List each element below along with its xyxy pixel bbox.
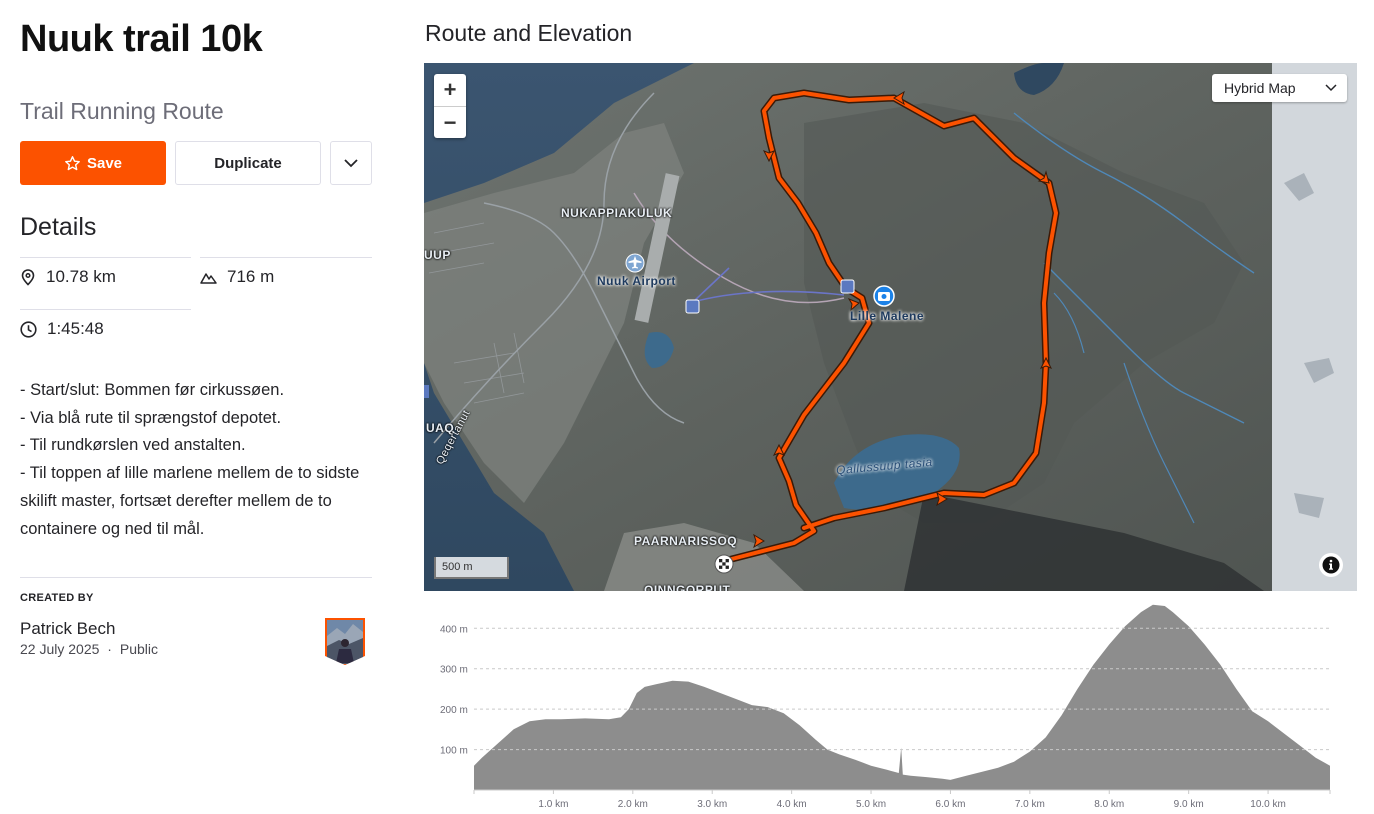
map-label: UUP bbox=[424, 248, 451, 262]
description-line: - Til rundkørslen ved anstalten. bbox=[20, 436, 246, 455]
details-heading: Details bbox=[20, 213, 97, 241]
y-tick-label: 300 m bbox=[440, 665, 468, 676]
x-tick-label: 6.0 km bbox=[935, 799, 965, 810]
x-tick-label: 1.0 km bbox=[538, 799, 568, 810]
route-title: Nuuk trail 10k bbox=[20, 18, 263, 60]
save-button[interactable]: Save bbox=[20, 141, 166, 185]
map-imagery bbox=[424, 63, 1357, 591]
description-line: - Start/slut: Bommen før cirkussøen. bbox=[20, 381, 285, 399]
avatar[interactable] bbox=[322, 616, 368, 666]
x-tick-label: 2.0 km bbox=[618, 799, 648, 810]
map-label: QINNGORPUT bbox=[644, 583, 731, 591]
map-label: Nuuk Airport bbox=[597, 274, 676, 288]
y-tick-label: 200 m bbox=[440, 705, 468, 716]
map-pin-icon bbox=[21, 269, 35, 286]
duplicate-button-label: Duplicate bbox=[214, 154, 282, 172]
x-tick-label: 7.0 km bbox=[1015, 799, 1045, 810]
zoom-controls: + − bbox=[434, 74, 466, 138]
stat-time: 1:45:48 bbox=[20, 319, 104, 339]
map-type-label: Hybrid Map bbox=[1224, 80, 1296, 96]
map-type-select[interactable]: Hybrid Map bbox=[1212, 74, 1347, 102]
route-description: - Start/slut: Bommen før cirkussøen. - V… bbox=[20, 377, 372, 543]
stat-elevation: 716 m bbox=[200, 267, 274, 287]
star-icon bbox=[65, 155, 80, 170]
info-icon[interactable] bbox=[1319, 553, 1343, 577]
map-label: Lille Malene bbox=[850, 309, 925, 323]
map-label: NUKAPPIAKULUK bbox=[561, 206, 673, 220]
description-line: - Via blå rute til sprængstof depotet. bbox=[20, 408, 282, 427]
created-by-label: CREATED BY bbox=[20, 592, 94, 604]
distance-value: 10.78 km bbox=[46, 267, 116, 286]
map-scale: 500 m bbox=[434, 557, 509, 579]
duplicate-button[interactable]: Duplicate bbox=[175, 141, 321, 185]
y-tick-label: 400 m bbox=[440, 624, 468, 635]
stat-distance: 10.78 km bbox=[20, 267, 116, 287]
elevation-value: 716 m bbox=[227, 267, 275, 286]
start-finish-marker bbox=[714, 554, 734, 574]
route-map[interactable]: NUKAPPIAKULUK Nuuk Airport Lille Malene … bbox=[424, 63, 1357, 591]
divider bbox=[20, 577, 372, 578]
x-tick-label: 10.0 km bbox=[1250, 799, 1286, 810]
mountain-icon bbox=[200, 273, 217, 284]
meta-separator: · bbox=[107, 641, 112, 657]
time-value: 1:45:48 bbox=[47, 319, 104, 338]
x-tick-label: 9.0 km bbox=[1174, 799, 1204, 810]
divider bbox=[20, 257, 191, 258]
more-actions-button[interactable] bbox=[330, 141, 372, 185]
x-tick-label: 4.0 km bbox=[777, 799, 807, 810]
visibility: Public bbox=[119, 641, 158, 657]
zoom-out-button[interactable]: − bbox=[434, 106, 466, 138]
creator-name[interactable]: Patrick Bech bbox=[20, 619, 115, 639]
elevation-chart[interactable]: 100 m 200 m 300 m 400 m 1.0 km 2.0 km 3.0 km 4.… bbox=[424, 600, 1357, 814]
created-date: 22 July 2025 bbox=[20, 641, 100, 657]
divider bbox=[20, 309, 191, 310]
chevron-down-icon bbox=[1325, 84, 1337, 92]
clock-icon bbox=[20, 320, 37, 338]
x-tick-label: 8.0 km bbox=[1094, 799, 1124, 810]
chevron-down-icon bbox=[344, 159, 358, 168]
map-label: PAARNARISSOQ bbox=[634, 534, 738, 548]
save-button-label: Save bbox=[86, 154, 123, 172]
y-tick-label: 100 m bbox=[440, 746, 468, 757]
route-type: Trail Running Route bbox=[20, 98, 224, 124]
x-tick-label: 5.0 km bbox=[856, 799, 886, 810]
section-title: Route and Elevation bbox=[425, 20, 633, 46]
divider bbox=[200, 257, 372, 258]
zoom-in-button[interactable]: + bbox=[434, 74, 466, 106]
elevation-area[interactable] bbox=[474, 604, 1330, 790]
description-line: - Til toppen af lille marlene mellem de … bbox=[20, 464, 360, 538]
x-tick-label: 3.0 km bbox=[697, 799, 727, 810]
creator-meta: 22 July 2025 · Public bbox=[20, 641, 158, 657]
